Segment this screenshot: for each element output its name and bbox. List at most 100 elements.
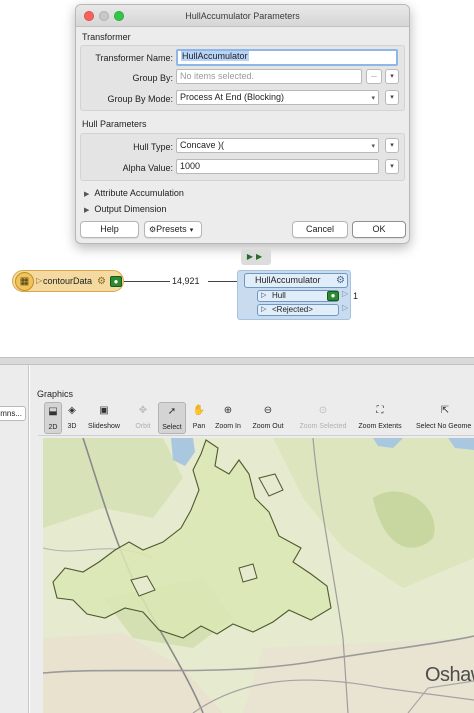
tool-zoom-in-button[interactable]: ⊕ Zoom In	[212, 402, 244, 434]
help-button[interactable]: Help	[80, 221, 139, 238]
zoom-extents-icon: ⛶	[376, 405, 384, 416]
group-by-browse-button[interactable]: ...	[366, 69, 382, 84]
tool-pan-button[interactable]: ✋ Pan	[189, 402, 209, 434]
pane-separator[interactable]	[0, 357, 474, 365]
port-triangle-icon: ▷	[261, 306, 267, 313]
hull-count-label: 1	[353, 291, 359, 301]
tool-zoom-selected-button[interactable]: ⊙ Zoom Selected	[295, 402, 351, 434]
dialog-titlebar[interactable]: HullAccumulator Parameters	[76, 5, 409, 27]
tool-zoom-extents-button[interactable]: ⛶ Zoom Extents	[355, 402, 405, 434]
disclosure-triangle-icon: ▶	[84, 207, 90, 214]
transformer-node-name: HullAccumulator	[255, 275, 321, 285]
tool-zoom-in-label: Zoom In	[215, 423, 241, 430]
group-by-placeholder: No items selected.	[180, 71, 255, 81]
connection-line[interactable]	[124, 281, 170, 282]
port-triangle-icon: ▷	[261, 292, 267, 299]
3d-view-icon: ◈	[68, 405, 76, 416]
transformer-name-value: HullAccumulator	[181, 51, 249, 61]
transformer-header[interactable]: HullAccumulator ⚙	[244, 273, 348, 288]
tool-zoom-selected-label: Zoom Selected	[299, 423, 347, 430]
output-port-rejected[interactable]: ▷ <Rejected>	[257, 304, 339, 316]
orbit-icon: ✥	[138, 405, 148, 416]
port-output-arrow-icon: ▷	[342, 289, 349, 298]
zoom-selected-icon: ⊙	[318, 405, 328, 416]
basemap	[43, 438, 474, 713]
group-by-label: Group By:	[132, 73, 173, 83]
hull-type-value: Concave )(	[180, 140, 225, 150]
tool-select-no-geometry-button[interactable]: ⇱ Select No Geome	[416, 402, 474, 434]
inspect-eye-icon[interactable]: ●	[110, 276, 122, 287]
tool-select-button[interactable]: ➚ Select	[158, 402, 186, 434]
parameters-dialog: HullAccumulator Parameters Transformer T…	[75, 4, 410, 244]
hand-icon: ✋	[192, 405, 206, 416]
tool-select-label: Select	[162, 424, 182, 431]
tool-pan-label: Pan	[192, 423, 206, 430]
run-to-this-buttons[interactable]: ▶▶	[241, 249, 271, 265]
output-dimension-toggle[interactable]: ▶ Output Dimension	[84, 204, 166, 214]
run-from-this-icon: ▶	[256, 252, 266, 261]
tool-orbit-button[interactable]: ✥ Orbit	[132, 402, 154, 434]
close-window-button[interactable]	[84, 11, 94, 21]
zoom-in-icon: ⊕	[223, 405, 233, 416]
gear-icon[interactable]: ⚙	[336, 274, 345, 287]
presets-label: Presets	[156, 224, 187, 234]
group-by-menu-button[interactable]: ▾	[385, 69, 399, 84]
chevron-down-icon: ▾	[390, 73, 394, 80]
tool-zoom-out-label: Zoom Out	[252, 423, 284, 430]
tool-3d-label: 3D	[67, 423, 77, 430]
tool-zoom-out-button[interactable]: ⊖ Zoom Out	[249, 402, 287, 434]
alpha-value-value: 1000	[180, 161, 201, 171]
hull-type-label: Hull Type:	[133, 142, 173, 152]
2d-view-icon: ⬓	[48, 406, 58, 417]
transformer-section-heading: Transformer	[82, 32, 131, 42]
output-port-hull[interactable]: ▷ Hull ●	[257, 290, 339, 302]
columns-button[interactable]: mns...	[0, 406, 26, 421]
reader-node[interactable]: ▦ ▷ contourData ⚙ ●	[12, 270, 124, 292]
run-to-this-icon: ▶	[246, 252, 256, 261]
tool-2d-button[interactable]: ⬓ 2D	[44, 402, 62, 434]
graphics-pane-title: Graphics	[37, 389, 74, 399]
attribute-accumulation-label: Attribute Accumulation	[94, 188, 184, 198]
map-view[interactable]: Oshaw	[43, 438, 474, 713]
output-dimension-label: Output Dimension	[94, 204, 167, 214]
chevron-down-icon: ▾	[189, 227, 194, 234]
port-triangle-icon: ▷	[36, 276, 43, 285]
alpha-value-input[interactable]: 1000	[176, 159, 379, 174]
database-reader-icon: ▦	[15, 272, 34, 291]
group-by-mode-value: Process At End (Blocking)	[180, 92, 285, 102]
attribute-accumulation-toggle[interactable]: ▶ Attribute Accumulation	[84, 188, 184, 198]
hull-type-menu-button[interactable]: ▾	[385, 138, 399, 153]
chevron-down-icon: ▾	[390, 94, 394, 101]
hull-type-select[interactable]: Concave )( ▾	[176, 138, 379, 153]
cancel-button[interactable]: Cancel	[292, 221, 348, 238]
tool-slideshow-label: Slideshow	[88, 423, 120, 430]
select-arrows-icon: ▾	[371, 143, 375, 150]
map-place-label: Oshaw	[425, 664, 474, 686]
inspect-eye-icon[interactable]: ●	[327, 291, 339, 301]
group-by-field[interactable]: No items selected.	[176, 69, 362, 84]
minimize-window-button[interactable]	[99, 11, 109, 21]
tool-2d-label: 2D	[48, 424, 58, 431]
group-by-mode-menu-button[interactable]: ▾	[385, 90, 399, 105]
presets-button[interactable]: ⚙Presets ▾	[144, 221, 202, 238]
tool-3d-button[interactable]: ◈ 3D	[64, 402, 80, 434]
gear-icon[interactable]: ⚙	[97, 276, 106, 287]
transformer-name-input[interactable]: HullAccumulator	[176, 49, 398, 66]
maximize-window-button[interactable]	[114, 11, 124, 21]
group-by-mode-select[interactable]: Process At End (Blocking) ▾	[176, 90, 379, 105]
disclosure-triangle-icon: ▶	[84, 191, 90, 198]
alpha-value-menu-button[interactable]: ▾	[385, 159, 399, 174]
tool-slideshow-button[interactable]: ▣ Slideshow	[84, 402, 124, 434]
group-by-mode-label: Group By Mode:	[107, 94, 173, 104]
tool-zoom-extents-label: Zoom Extents	[358, 423, 402, 430]
hull-parameters-heading: Hull Parameters	[82, 119, 147, 129]
select-no-geometry-icon: ⇱	[440, 405, 450, 416]
port-rejected-label: <Rejected>	[272, 305, 313, 314]
chevron-down-icon: ▾	[390, 142, 394, 149]
feature-count-label: 14,921	[172, 276, 200, 286]
tool-select-no-geometry-label: Select No Geome	[416, 423, 472, 430]
app-root: HullAccumulator Parameters Transformer T…	[0, 0, 474, 713]
port-output-arrow-icon: ▷	[342, 303, 349, 312]
zoom-out-icon: ⊖	[263, 405, 273, 416]
ok-button[interactable]: OK	[352, 221, 406, 238]
